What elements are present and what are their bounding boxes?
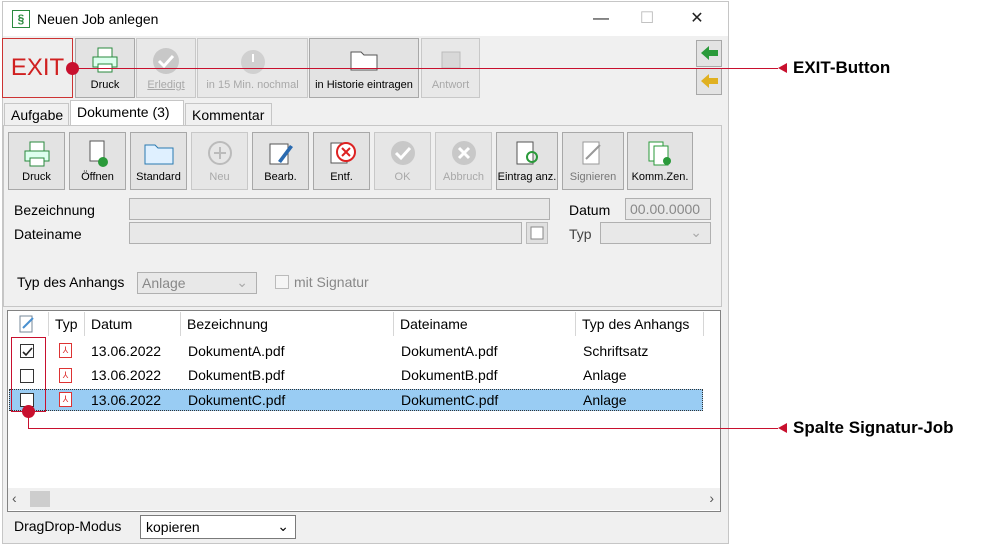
- cell-bezeichnung: DokumentB.pdf: [188, 367, 285, 383]
- title-bar: § Neuen Job anlegen — ☐ ✕: [3, 2, 728, 36]
- label-typ: Typ: [569, 226, 592, 242]
- cell-datum: 13.06.2022: [91, 343, 162, 359]
- app-icon: §: [12, 10, 30, 28]
- signature-icon: [582, 141, 601, 165]
- pdf-icon: ⅄: [59, 368, 72, 383]
- signature-icon: [19, 315, 34, 333]
- header-datum[interactable]: Datum: [85, 312, 181, 336]
- doc-delete-button[interactable]: Entf.: [313, 132, 370, 190]
- cancel-icon: [451, 141, 476, 165]
- annotation-highlight-box: [11, 337, 46, 412]
- anhang-dropdown[interactable]: Anlage ⌄: [137, 272, 257, 294]
- check-icon: [153, 48, 179, 74]
- label-dragdrop: DragDrop-Modus: [14, 518, 122, 534]
- exit-button[interactable]: EXIT: [2, 38, 73, 98]
- printer-icon: [24, 141, 49, 167]
- delete-icon: [330, 142, 356, 164]
- typ-dropdown[interactable]: ⌄: [600, 222, 711, 244]
- document-open-icon: [89, 140, 108, 167]
- chevron-down-icon: ⌄: [236, 274, 248, 290]
- header-bezeichnung[interactable]: Bezeichnung: [181, 312, 394, 336]
- clock-icon: [240, 50, 265, 74]
- doc-sign-button[interactable]: Signieren: [562, 132, 624, 190]
- chevron-left-icon[interactable]: ‹: [12, 490, 17, 506]
- cell-bezeichnung: DokumentA.pdf: [188, 343, 285, 359]
- scrollbar-thumb[interactable]: [30, 491, 50, 507]
- documents-icon: [648, 141, 671, 166]
- close-button[interactable]: ✕: [674, 6, 720, 32]
- dateiname-field[interactable]: [129, 222, 522, 244]
- label-datum: Datum: [569, 202, 611, 218]
- annotation-signatur-label: Spalte Signatur-Job: [793, 418, 954, 437]
- printer-icon: [92, 47, 118, 73]
- horizontal-scrollbar[interactable]: ‹ ›: [8, 488, 720, 510]
- cell-bezeichnung: DokumentC.pdf: [188, 392, 286, 408]
- annotation-line-exit: [73, 68, 778, 69]
- header-dateiname[interactable]: Dateiname: [394, 312, 576, 336]
- cell-typ-anhang: Anlage: [583, 367, 627, 383]
- cell-typ-anhang: Anlage: [583, 392, 627, 408]
- window-title: Neuen Job anlegen: [37, 11, 159, 27]
- folder-icon: [144, 144, 173, 165]
- tab-aufgabe[interactable]: Aufgabe: [4, 103, 69, 125]
- nav-back-alt-button[interactable]: [696, 68, 722, 95]
- dragdrop-dropdown[interactable]: kopieren ⌄: [140, 515, 296, 539]
- header-typ[interactable]: Typ: [49, 312, 85, 336]
- doc-ok-button[interactable]: OK: [374, 132, 431, 190]
- annotation-exit-label: EXIT-Button: [793, 58, 891, 77]
- chevron-right-icon[interactable]: ›: [709, 490, 714, 506]
- annotation-line-signatur: [28, 428, 778, 429]
- label-dateiname: Dateiname: [14, 226, 82, 242]
- arrow-left-icon: [701, 74, 718, 88]
- header-typ-anhang[interactable]: Typ des Anhangs: [576, 312, 704, 336]
- cell-dateiname: DokumentA.pdf: [401, 343, 498, 359]
- doc-new-button[interactable]: Neu: [191, 132, 248, 190]
- signatur-checkbox[interactable]: [275, 275, 289, 289]
- cell-dateiname: DokumentC.pdf: [401, 392, 499, 408]
- label-signatur: mit Signatur: [294, 274, 369, 290]
- nav-back-button[interactable]: [696, 40, 722, 67]
- doc-open-button[interactable]: Öffnen: [69, 132, 126, 190]
- add-icon: [207, 141, 232, 165]
- tab-dokumente[interactable]: Dokumente (3): [70, 100, 184, 127]
- edit-icon: [269, 143, 293, 165]
- chevron-down-icon: ⌄: [690, 224, 702, 240]
- document-search-icon: [516, 141, 538, 165]
- doc-edit-button[interactable]: Bearb.: [252, 132, 309, 190]
- browse-file-button[interactable]: [526, 222, 548, 244]
- doc-comment-center-button[interactable]: Komm.Zen.: [627, 132, 693, 190]
- file-browse-icon: [530, 226, 544, 240]
- tab-kommentar[interactable]: Kommentar: [185, 103, 272, 125]
- label-bezeichnung: Bezeichnung: [14, 202, 95, 218]
- check-icon: [390, 141, 415, 165]
- annotation-dot-signatur: [22, 405, 35, 418]
- minimize-button[interactable]: —: [578, 6, 624, 32]
- reply-icon: [441, 51, 460, 69]
- doc-print-button[interactable]: Druck: [8, 132, 65, 190]
- annotation-dot-exit: [66, 62, 79, 75]
- header-signatur-column[interactable]: [9, 312, 49, 336]
- label-anhang: Typ des Anhangs: [17, 274, 125, 290]
- pdf-icon: ⅄: [59, 343, 72, 358]
- bezeichnung-field[interactable]: [129, 198, 550, 220]
- doc-cancel-button[interactable]: Abbruch: [435, 132, 492, 190]
- datum-field[interactable]: 00.00.0000: [625, 198, 711, 220]
- cell-dateiname: DokumentB.pdf: [401, 367, 498, 383]
- chevron-down-icon: ⌄: [277, 518, 289, 534]
- cell-datum: 13.06.2022: [91, 367, 162, 383]
- maximize-button[interactable]: ☐: [624, 6, 670, 32]
- cell-datum: 13.06.2022: [91, 392, 162, 408]
- arrow-left-icon: [701, 46, 718, 60]
- annotation-arrow-signatur: [778, 423, 787, 433]
- cell-typ-anhang: Schriftsatz: [583, 343, 649, 359]
- pdf-icon: ⅄: [59, 392, 72, 407]
- annotation-arrow-exit: [778, 63, 787, 73]
- doc-show-entry-button[interactable]: Eintrag anz.: [496, 132, 558, 190]
- doc-standard-button[interactable]: Standard: [130, 132, 187, 190]
